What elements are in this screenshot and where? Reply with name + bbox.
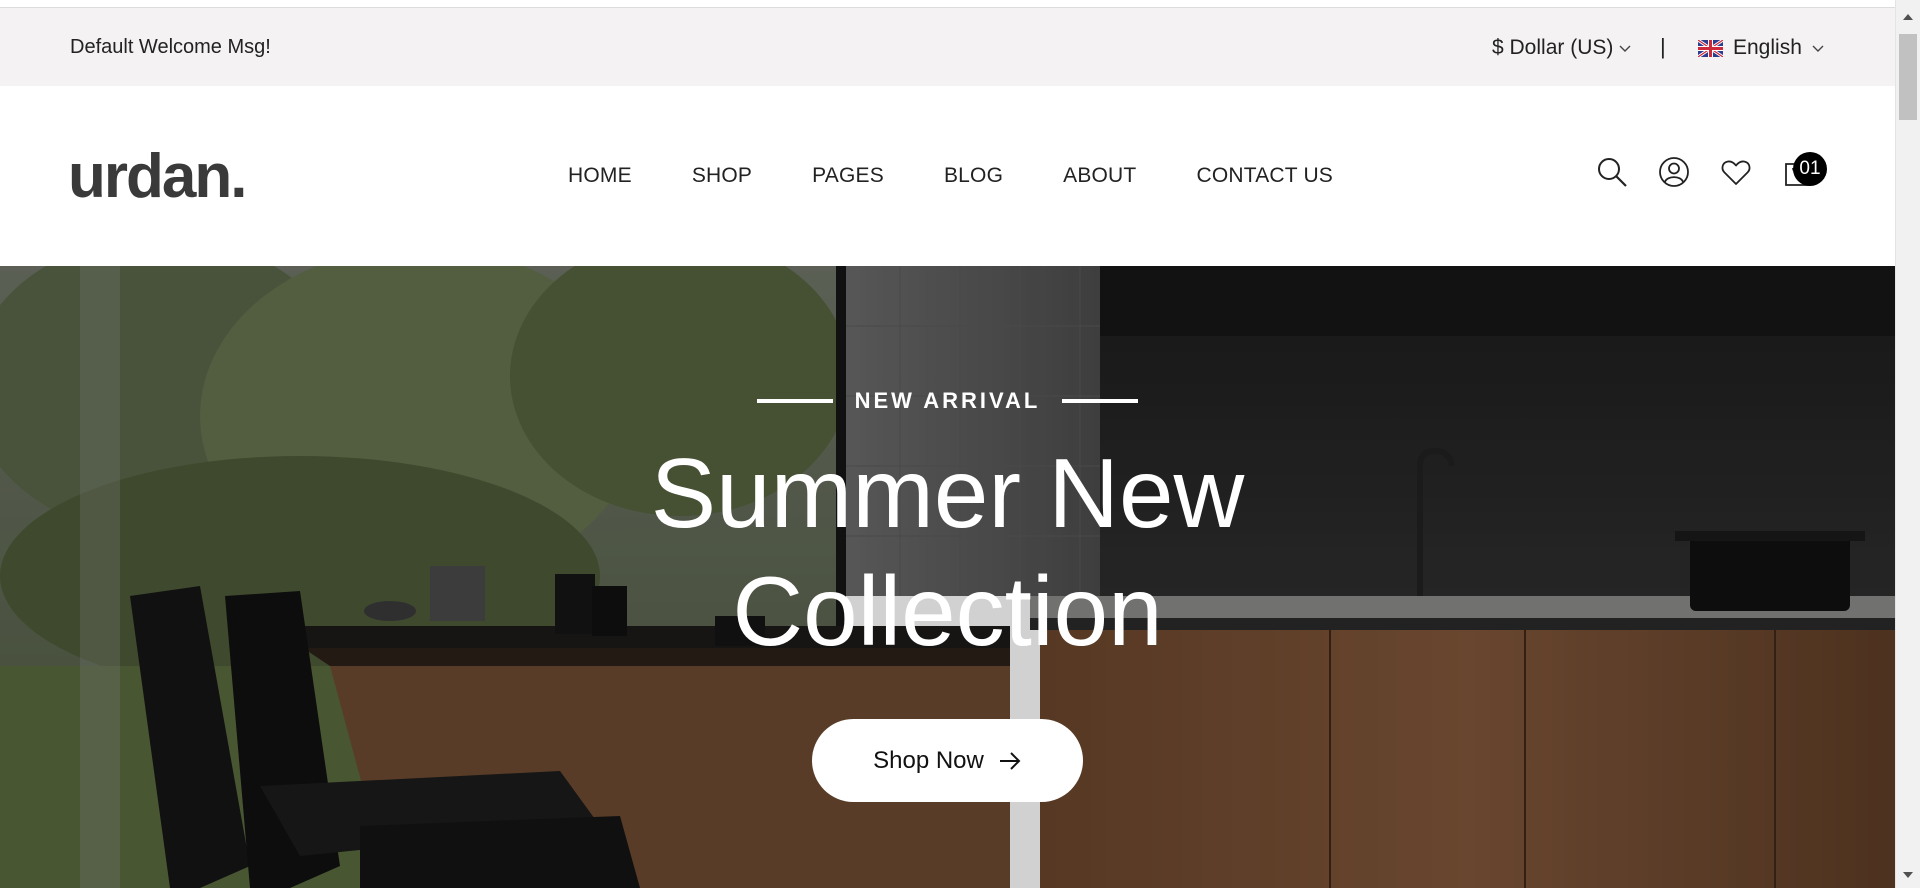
site-logo[interactable]: urdan. [68, 141, 247, 212]
eyebrow-line-right [1062, 399, 1139, 403]
account-icon[interactable] [1658, 156, 1690, 188]
browser-top-edge [0, 0, 1895, 8]
eyebrow-line-left [756, 399, 833, 403]
nav-about[interactable]: ABOUT [1063, 164, 1136, 188]
top-bar: Default Welcome Msg! $ Dollar (US) | Eng… [0, 8, 1895, 86]
language-selector[interactable]: English [1698, 36, 1824, 60]
scrollbar-thumb[interactable] [1899, 34, 1917, 120]
search-icon[interactable] [1596, 156, 1628, 188]
nav-contact-us[interactable]: CONTACT US [1196, 164, 1333, 188]
page-scrollbar[interactable] [1895, 0, 1920, 888]
chevron-down-icon [1619, 45, 1631, 52]
page: Default Welcome Msg! $ Dollar (US) | Eng… [0, 0, 1895, 888]
scroll-down-arrow-icon[interactable] [1903, 872, 1913, 878]
heart-icon[interactable] [1720, 156, 1752, 188]
header-icons [1596, 156, 1814, 188]
hero-title: Summer New Collection [0, 434, 1895, 670]
arrow-right-icon [999, 751, 1021, 770]
hero-banner: NEW ARRIVAL Summer New Collection Shop N… [0, 266, 1895, 888]
hero-title-line-1: Summer New [650, 438, 1245, 548]
currency-label: $ Dollar (US) [1492, 36, 1614, 59]
language-label: English [1733, 36, 1802, 59]
shop-now-label: Shop Now [873, 746, 984, 774]
topbar-separator: | [1660, 34, 1666, 59]
scroll-up-arrow-icon[interactable] [1903, 14, 1913, 20]
welcome-message: Default Welcome Msg! [70, 36, 271, 58]
site-header: urdan. HOME SHOP PAGES BLOG ABOUT CONTAC… [0, 86, 1895, 266]
nav-pages[interactable]: PAGES [812, 164, 884, 188]
uk-flag-icon [1698, 39, 1723, 57]
cart-count-badge: 01 [1793, 152, 1827, 186]
nav-blog[interactable]: BLOG [944, 164, 1003, 188]
currency-selector[interactable]: $ Dollar (US) [1492, 36, 1631, 60]
eyebrow-text: NEW ARRIVAL [854, 388, 1041, 413]
nav-shop[interactable]: SHOP [692, 164, 752, 188]
main-nav: HOME SHOP PAGES BLOG ABOUT CONTACT US [568, 164, 1393, 188]
hero-eyebrow: NEW ARRIVAL [0, 388, 1895, 414]
nav-home[interactable]: HOME [568, 164, 632, 188]
chevron-down-icon [1812, 45, 1824, 52]
shop-now-button[interactable]: Shop Now [812, 719, 1083, 802]
hero-title-line-2: Collection [732, 556, 1163, 666]
